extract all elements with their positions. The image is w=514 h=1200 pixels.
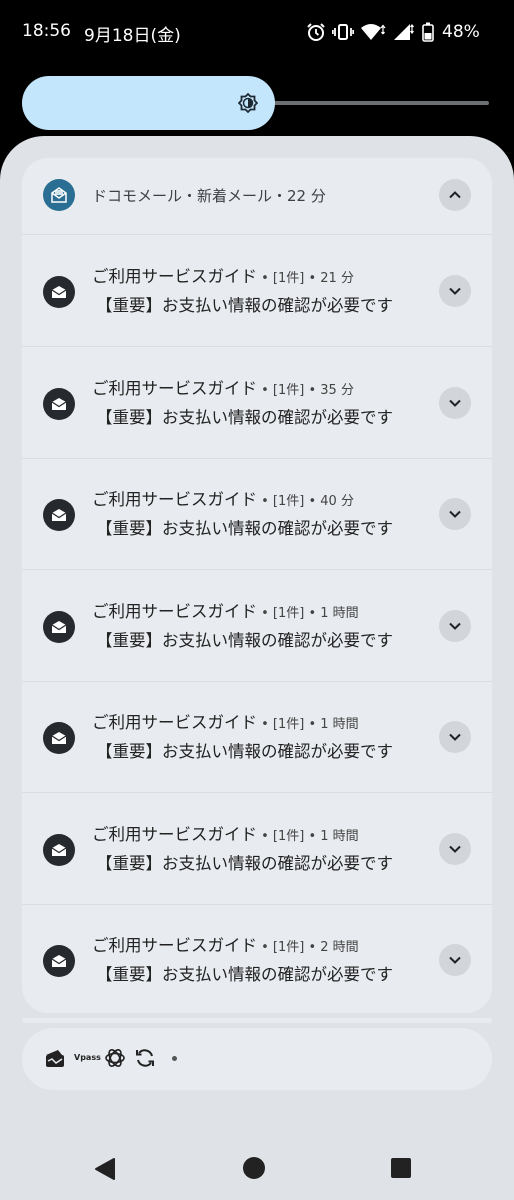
notification-sender: ご利用サービスガイド bbox=[92, 936, 257, 955]
notification-title: ご利用サービスガイド • [1件] • 35 分 bbox=[92, 375, 354, 399]
battery-icon bbox=[422, 22, 434, 42]
notification-subject: 【重要】お支払い情報の確認が必要です bbox=[96, 853, 393, 873]
navigation-bar bbox=[0, 1130, 514, 1200]
notification-title: ご利用サービスガイド • [1件] • 40 分 bbox=[92, 486, 354, 510]
mail-icon bbox=[43, 387, 75, 420]
notification-subject: 【重要】お支払い情報の確認が必要です bbox=[96, 296, 393, 315]
notification-meta: • [1件] • 35 分 bbox=[257, 382, 354, 398]
notification-sender: ご利用サービスガイド bbox=[92, 267, 257, 286]
notification-title: ご利用サービスガイド • [1件] • 1 時間 bbox=[92, 821, 359, 845]
notification-sender: ご利用サービスガイド bbox=[92, 490, 257, 509]
brightness-icon bbox=[238, 93, 258, 113]
wifi-icon bbox=[361, 24, 386, 40]
notification-meta: • [1件] • 1 時間 bbox=[257, 828, 359, 844]
notification-subject: 【重要】お支払い情報の確認が必要です bbox=[96, 407, 393, 427]
battery-percent: 48% bbox=[442, 22, 480, 42]
notification-subject: 【重要】お支払い情報の確認が必要です bbox=[96, 965, 393, 984]
notification-item[interactable]: ご利用サービスガイド • [1件] • 2 時間【重要】お支払い情報の確認が必要… bbox=[22, 904, 492, 1013]
back-icon[interactable] bbox=[94, 1157, 118, 1181]
notification-sender: ご利用サービスガイド bbox=[92, 713, 257, 732]
notification-sender: ご利用サービスガイド bbox=[92, 601, 257, 621]
notification-shelf[interactable]: Vpass bbox=[22, 1028, 492, 1090]
group-header-title: ドコモメール・新着メール・22 分 bbox=[92, 187, 326, 205]
sync-icon bbox=[136, 1049, 154, 1067]
notification-meta: • [1件] • 1 時間 bbox=[257, 605, 359, 621]
signal-icon bbox=[394, 24, 414, 40]
chevron-down-icon bbox=[449, 622, 461, 630]
notification-item[interactable]: ご利用サービスガイド • [1件] • 35 分【重要】お支払い情報の確認が必要… bbox=[22, 347, 492, 459]
notification-sender: ご利用サービスガイド bbox=[92, 378, 257, 398]
notification-title: ご利用サービスガイド • [1件] • 1 時間 bbox=[92, 709, 359, 733]
openai-icon bbox=[105, 1049, 125, 1067]
notification-group[interactable]: ドコモメール・新着メール・22 分 ご利用サービスガイド • [1件] • 21… bbox=[22, 158, 492, 1013]
status-date: 9月18日(金) bbox=[84, 26, 181, 46]
expand-button[interactable] bbox=[439, 832, 471, 865]
expand-button[interactable] bbox=[439, 944, 471, 976]
notification-subject: 【重要】お支払い情報の確認が必要です bbox=[96, 742, 393, 761]
notification-meta: • [1件] • 21 分 bbox=[257, 271, 354, 286]
notification-item[interactable]: ご利用サービスガイド • [1件] • 1 時間【重要】お支払い情報の確認が必要… bbox=[22, 570, 492, 682]
group-header[interactable]: ドコモメール・新着メール・22 分 bbox=[22, 158, 492, 235]
mail-icon bbox=[43, 499, 75, 531]
chevron-down-icon bbox=[449, 956, 461, 964]
recents-icon[interactable] bbox=[390, 1157, 412, 1179]
status-time: 18:56 bbox=[22, 21, 71, 41]
notification-subject: 【重要】お支払い情報の確認が必要です bbox=[96, 630, 393, 650]
brightness-track[interactable] bbox=[262, 101, 489, 105]
notification-sender: ご利用サービスガイド bbox=[92, 824, 257, 844]
alarm-icon bbox=[307, 23, 325, 41]
notification-subject: 【重要】お支払い情報の確認が必要です bbox=[96, 519, 393, 538]
notification-item[interactable]: ご利用サービスガイド • [1件] • 40 分【重要】お支払い情報の確認が必要… bbox=[22, 458, 492, 570]
shelf-divider bbox=[22, 1018, 492, 1023]
notification-item[interactable]: ご利用サービスガイド • [1件] • 1 時間【重要】お支払い情報の確認が必要… bbox=[22, 681, 492, 793]
notification-title: ご利用サービスガイド • [1件] • 21 分 bbox=[92, 263, 354, 287]
chevron-down-icon bbox=[449, 733, 461, 741]
mail-icon bbox=[43, 945, 75, 977]
expand-button[interactable] bbox=[439, 275, 471, 307]
expand-button[interactable] bbox=[439, 609, 471, 642]
chevron-down-icon bbox=[449, 510, 461, 518]
mail-icon bbox=[43, 722, 75, 754]
status-bar: 18:56 9月18日(金) 48% bbox=[0, 0, 514, 64]
home-icon[interactable] bbox=[242, 1156, 266, 1180]
chevron-down-icon bbox=[449, 845, 461, 853]
notification-title: ご利用サービスガイド • [1件] • 2 時間 bbox=[92, 932, 359, 956]
brightness-slider[interactable] bbox=[22, 76, 489, 130]
expand-button[interactable] bbox=[439, 386, 471, 419]
notification-meta: • [1件] • 1 時間 bbox=[257, 717, 359, 732]
notification-item[interactable]: ご利用サービスガイド • [1件] • 1 時間【重要】お支払い情報の確認が必要… bbox=[22, 793, 492, 905]
wallet-icon bbox=[46, 1050, 64, 1067]
notification-meta: • [1件] • 40 分 bbox=[257, 494, 354, 509]
notification-title: ご利用サービスガイド • [1件] • 1 時間 bbox=[92, 598, 359, 622]
mail-icon bbox=[43, 276, 75, 308]
more-dot-icon bbox=[172, 1056, 177, 1061]
notification-meta: • [1件] • 2 時間 bbox=[257, 940, 359, 955]
notification-item[interactable]: ご利用サービスガイド • [1件] • 21 分【重要】お支払い情報の確認が必要… bbox=[22, 235, 492, 347]
mail-icon bbox=[43, 833, 75, 866]
vpass-icon: Vpass bbox=[74, 1053, 101, 1062]
docomo-mail-icon bbox=[43, 179, 75, 211]
collapse-button[interactable] bbox=[439, 179, 471, 211]
expand-button[interactable] bbox=[439, 498, 471, 530]
chevron-down-icon bbox=[449, 399, 461, 407]
expand-button[interactable] bbox=[439, 721, 471, 753]
status-icons: 48% bbox=[306, 20, 480, 44]
vibrate-icon bbox=[332, 24, 354, 40]
chevron-up-icon bbox=[449, 191, 461, 199]
mail-icon bbox=[43, 610, 75, 643]
chevron-down-icon bbox=[449, 287, 461, 295]
